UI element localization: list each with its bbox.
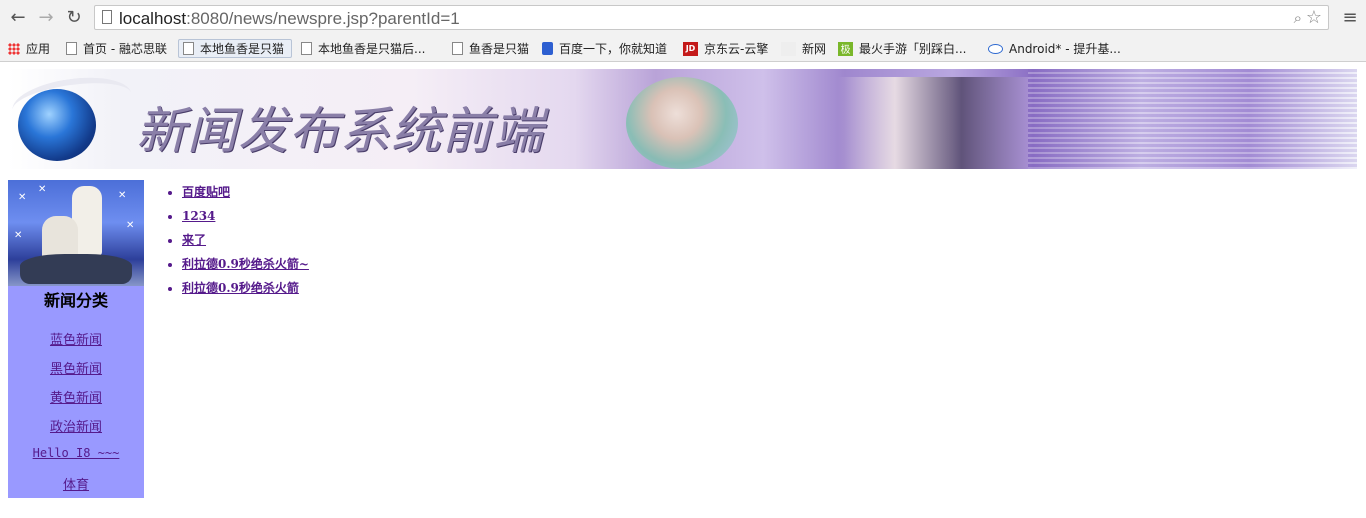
intel-logo-icon — [988, 43, 1003, 54]
category-link[interactable]: 黄色新闻 — [8, 387, 144, 406]
zoom-icon[interactable]: ⌕ — [1294, 9, 1302, 27]
bookmark-label: 首页 - 融芯思联 — [83, 42, 167, 56]
page-icon — [66, 42, 77, 55]
bookmarks-bar: 应用 首页 - 融芯思联 本地鱼香是只猫 本地鱼香是只猫后... 鱼香是只猫 百… — [0, 36, 1366, 62]
page-icon — [301, 42, 312, 55]
news-item[interactable]: 利拉德0.9秒绝杀火箭 — [168, 280, 309, 304]
bookmark-item[interactable]: 本地鱼香是只猫后... — [301, 39, 425, 58]
category-link[interactable]: 政治新闻 — [8, 416, 144, 435]
ji-logo-icon: 极 — [838, 41, 853, 56]
url-path: :8080/news/newspre.jsp?parentId=1 — [186, 9, 460, 28]
apps-grid-icon — [8, 42, 20, 55]
bullet-icon — [168, 287, 172, 291]
sidebar-illustration: ✕ ✕ ✕ ✕ ✕ — [8, 180, 144, 286]
category-link[interactable]: 体育 — [8, 474, 144, 493]
page-icon — [183, 42, 194, 55]
bookmark-item[interactable]: 首页 - 融芯思联 — [66, 39, 167, 58]
category-link[interactable]: 蓝色新闻 — [8, 329, 144, 348]
url-host: localhost — [119, 9, 187, 28]
bullet-icon — [168, 263, 172, 267]
bookmark-label: 京东云-云擎 — [704, 42, 769, 56]
page-icon — [452, 42, 463, 55]
banner-title: 新闻发布系统前端 — [136, 102, 544, 160]
bookmark-item[interactable]: 新网 — [781, 39, 826, 58]
bullet-icon — [168, 191, 172, 195]
baidu-paw-icon — [542, 42, 553, 55]
bookmark-star-icon[interactable]: ☆ — [1306, 7, 1322, 28]
globe-logo-icon — [18, 89, 96, 161]
banner-photo-people — [838, 77, 1028, 169]
jd-logo-icon: JD — [683, 41, 698, 56]
news-link[interactable]: 百度贴吧 — [182, 185, 230, 199]
category-link[interactable]: Hello I8 ~~~ — [8, 446, 144, 460]
news-item[interactable]: 百度贴吧 — [168, 184, 309, 208]
bookmark-item[interactable]: 鱼香是只猫 — [452, 39, 529, 58]
address-bar[interactable]: localhost:8080/news/newspre.jsp?parentId… — [94, 5, 1329, 30]
news-list: 百度贴吧 1234 来了 利拉德0.9秒绝杀火箭~ 利拉德0.9秒绝杀火箭 — [168, 184, 309, 304]
page-icon — [102, 10, 112, 24]
url-text[interactable]: localhost:8080/news/newspre.jsp?parentId… — [119, 9, 460, 29]
news-link[interactable]: 1234 — [182, 209, 215, 223]
bookmark-item-active[interactable]: 本地鱼香是只猫 — [178, 39, 292, 58]
bookmark-item[interactable]: 极最火手游「别踩白... — [838, 39, 966, 58]
header-banner: 新闻发布系统前端 — [8, 69, 1357, 169]
banner-decoration — [1028, 69, 1357, 169]
news-item[interactable]: 来了 — [168, 232, 309, 256]
category-sidebar: ✕ ✕ ✕ ✕ ✕ 新闻分类 蓝色新闻 黑色新闻 黄色新闻 政治新闻 Hello… — [8, 180, 144, 498]
browser-toolbar: ← → ↻ localhost:8080/news/newspre.jsp?pa… — [0, 0, 1366, 37]
menu-icon[interactable]: ≡ — [1340, 6, 1360, 28]
sidebar-title: 新闻分类 — [43, 291, 108, 310]
news-item[interactable]: 1234 — [168, 208, 309, 232]
bookmark-label: 应用 — [26, 42, 51, 56]
bullet-icon — [168, 215, 172, 219]
xinhua-logo-icon — [781, 41, 796, 56]
category-link[interactable]: 黑色新闻 — [8, 358, 144, 377]
bookmark-label: 本地鱼香是只猫后... — [318, 42, 426, 56]
news-link[interactable]: 来了 — [182, 233, 206, 247]
bookmark-label: 本地鱼香是只猫 — [200, 42, 285, 56]
back-arrow-icon[interactable]: ← — [7, 6, 29, 28]
news-link[interactable]: 利拉德0.9秒绝杀火箭~ — [182, 257, 309, 271]
bookmark-label: 最火手游「别踩白... — [859, 42, 967, 56]
forward-arrow-icon[interactable]: → — [35, 6, 57, 28]
bookmark-item[interactable]: Android* - 提升基... — [988, 39, 1121, 58]
bookmark-item[interactable]: JD 京东云-云擎 — [683, 39, 768, 58]
banner-photo-woman — [626, 77, 738, 169]
bookmark-label: 百度一下，你就知道 — [559, 42, 668, 56]
news-item[interactable]: 利拉德0.9秒绝杀火箭~ — [168, 256, 309, 280]
bookmark-label: 鱼香是只猫 — [469, 42, 530, 56]
bookmark-label: 新网 — [802, 42, 827, 56]
bookmark-apps[interactable]: 应用 — [8, 39, 50, 58]
bookmark-item[interactable]: 百度一下，你就知道 — [542, 39, 667, 58]
news-link[interactable]: 利拉德0.9秒绝杀火箭 — [182, 281, 299, 295]
bullet-icon — [168, 239, 172, 243]
reload-icon[interactable]: ↻ — [63, 6, 85, 28]
bookmark-label: Android* - 提升基... — [1009, 42, 1121, 56]
